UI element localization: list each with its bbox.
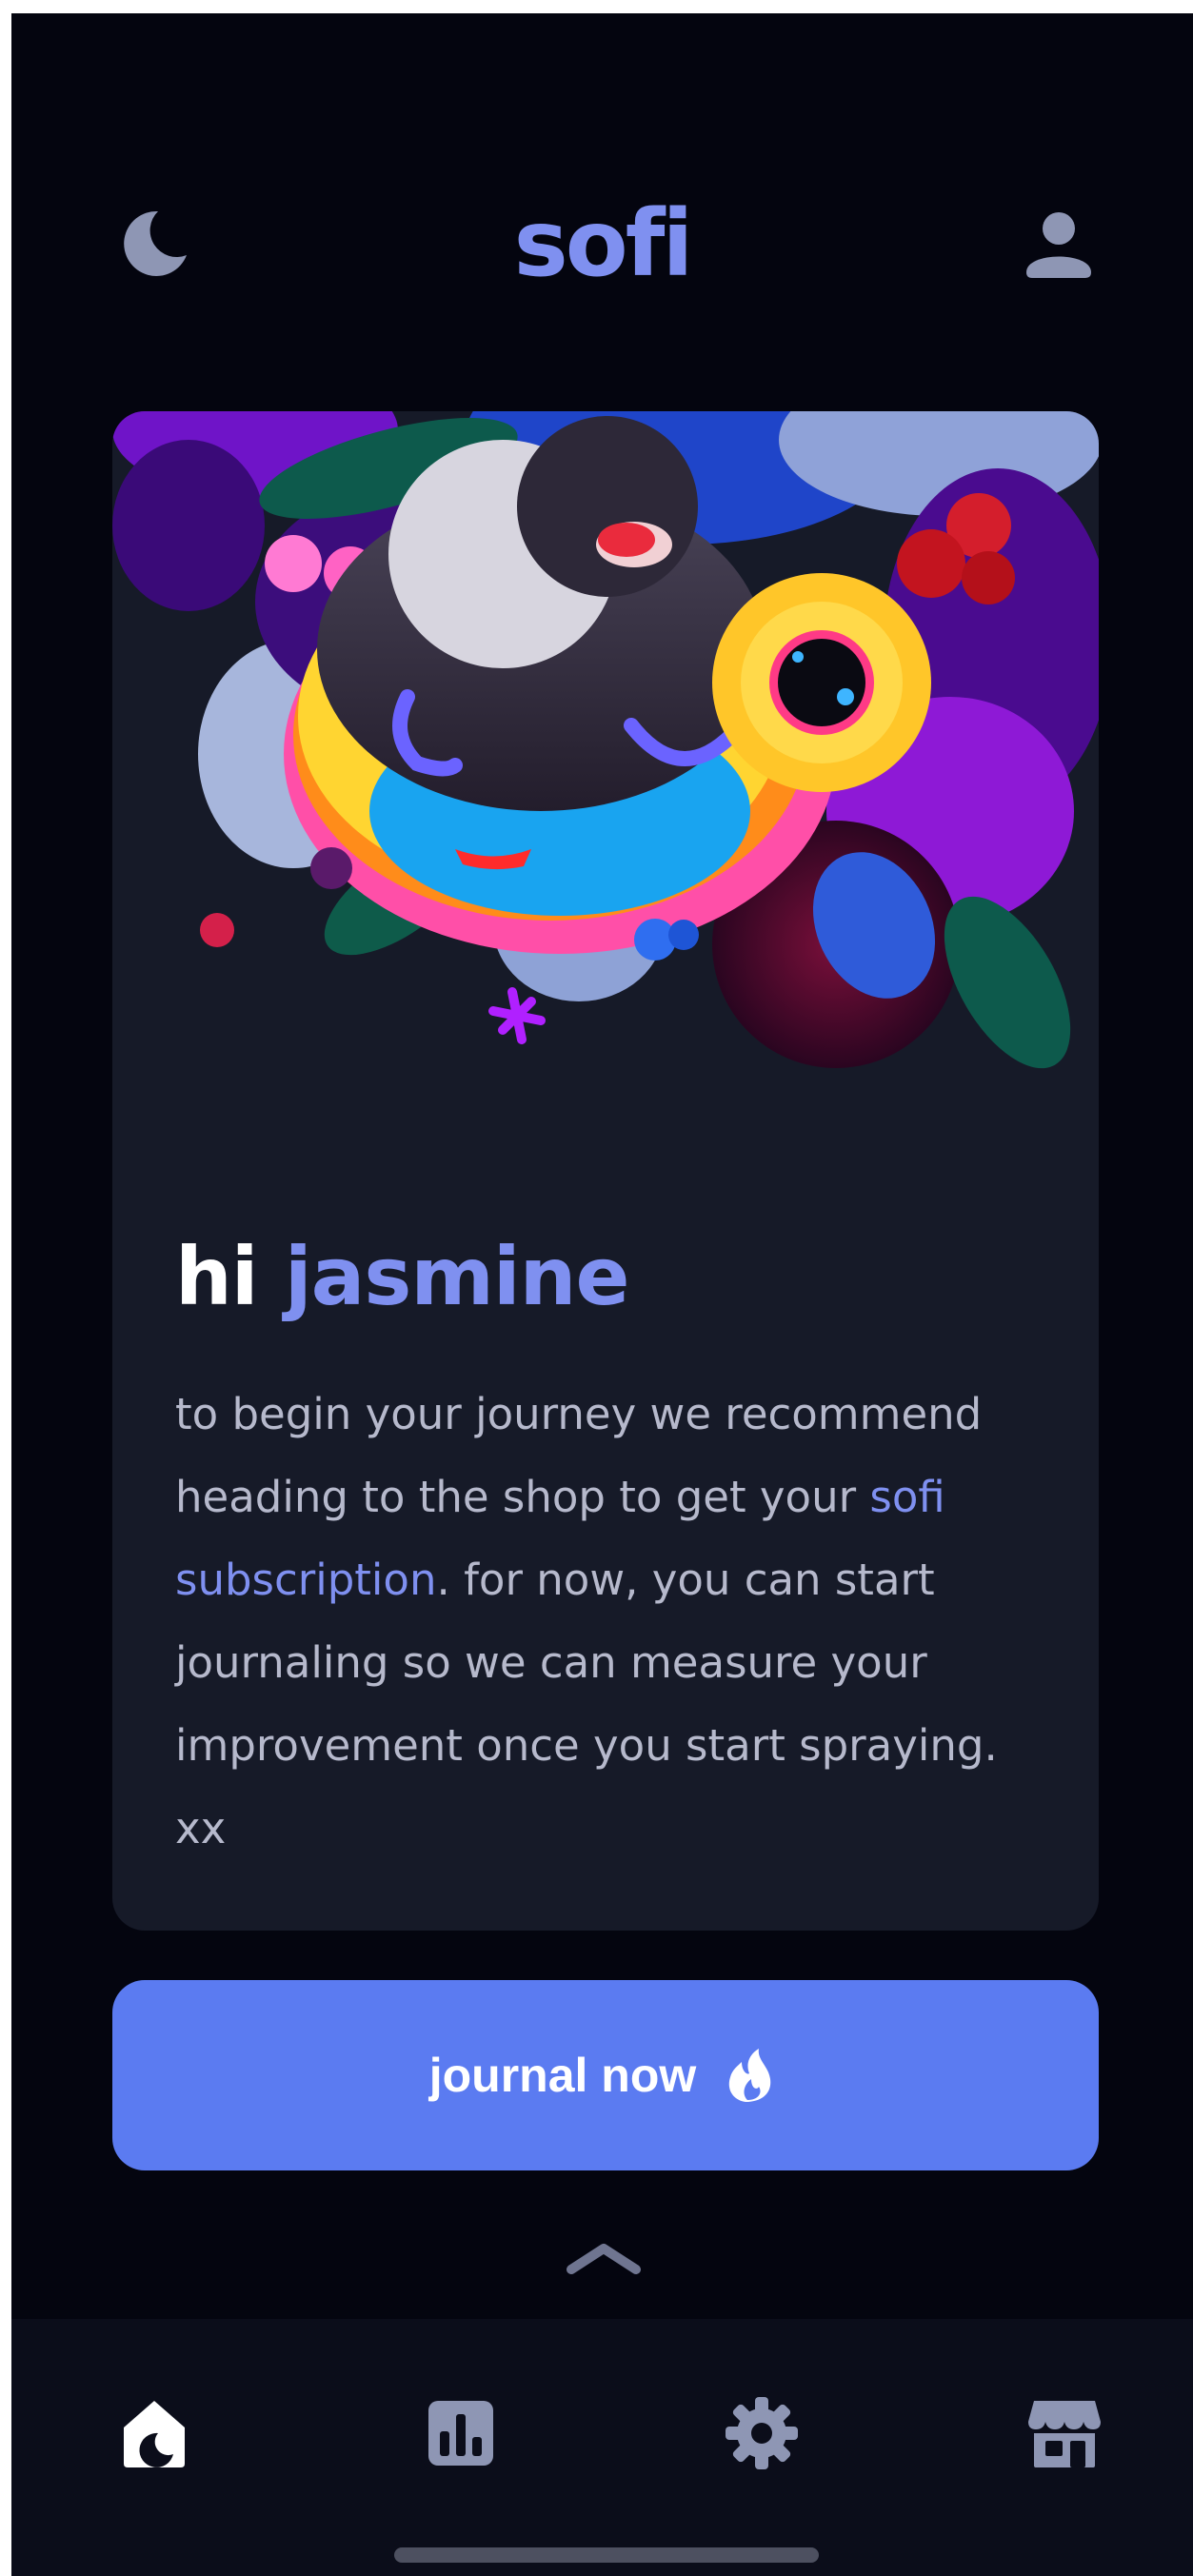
header: sofi [11, 185, 1193, 299]
journal-now-button[interactable]: journal now [112, 1980, 1099, 2170]
user-name: jasmine [284, 1230, 630, 1323]
home-indicator[interactable] [394, 2547, 819, 2563]
message-text-start: to begin your journey we recommend headi… [175, 1389, 983, 1522]
app-screen: sofi hi jasmine to begin your journey we… [11, 13, 1193, 2576]
journal-now-label: journal now [428, 2049, 697, 2102]
shop-icon[interactable] [1026, 2395, 1103, 2471]
user-icon[interactable] [1021, 206, 1097, 282]
home-icon[interactable] [116, 2395, 192, 2471]
greeting-prefix: hi [175, 1230, 259, 1323]
chevron-up-icon[interactable] [564, 2239, 644, 2277]
welcome-message: to begin your journey we recommend headi… [175, 1373, 1051, 1870]
chart-icon[interactable] [423, 2395, 499, 2471]
bottom-nav [11, 2319, 1193, 2576]
app-logo: sofi [513, 190, 694, 297]
flame-icon [729, 2049, 771, 2102]
hero-illustration [112, 411, 1099, 1069]
welcome-card: hi jasmine to begin your journey we reco… [112, 411, 1099, 1931]
gear-icon[interactable] [724, 2395, 800, 2471]
greeting-heading: hi jasmine [175, 1230, 630, 1323]
